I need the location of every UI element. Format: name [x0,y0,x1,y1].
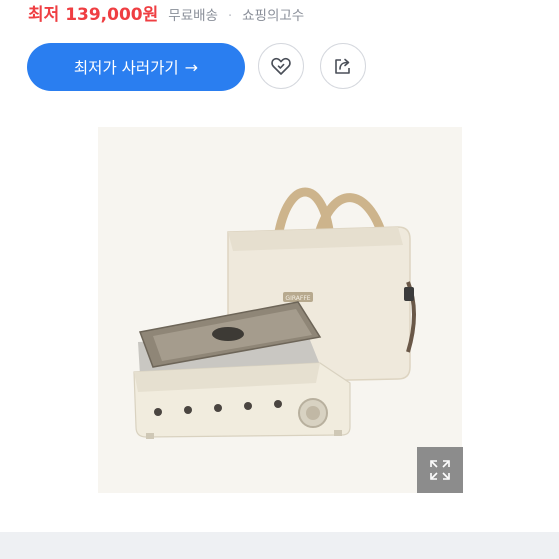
wishlist-button[interactable] [258,43,304,89]
product-image[interactable]: GIRAFFE [98,127,462,493]
image-expand-button[interactable] [417,447,463,493]
svg-text:GIRAFFE: GIRAFFE [285,295,310,302]
price-row: 최저 139,000원 무료배송 · 쇼핑의고수 [28,0,304,25]
share-button[interactable] [320,43,366,89]
section-divider [0,532,559,559]
expand-icon [430,460,450,480]
lowest-price: 최저 139,000원 [28,5,159,25]
product-photo: GIRAFFE [98,127,462,493]
mall-name[interactable]: 쇼핑의고수 [242,4,304,24]
heart-icon [271,57,291,75]
separator-dot: · [227,9,233,24]
buy-button-label: 최저가 사러가기 [73,59,179,77]
share-icon [335,58,350,74]
shipping-info: 무료배송 [168,8,218,24]
arrow-right-icon: → [184,57,199,77]
buy-lowest-price-button[interactable]: 최저가 사러가기 → [27,43,245,91]
